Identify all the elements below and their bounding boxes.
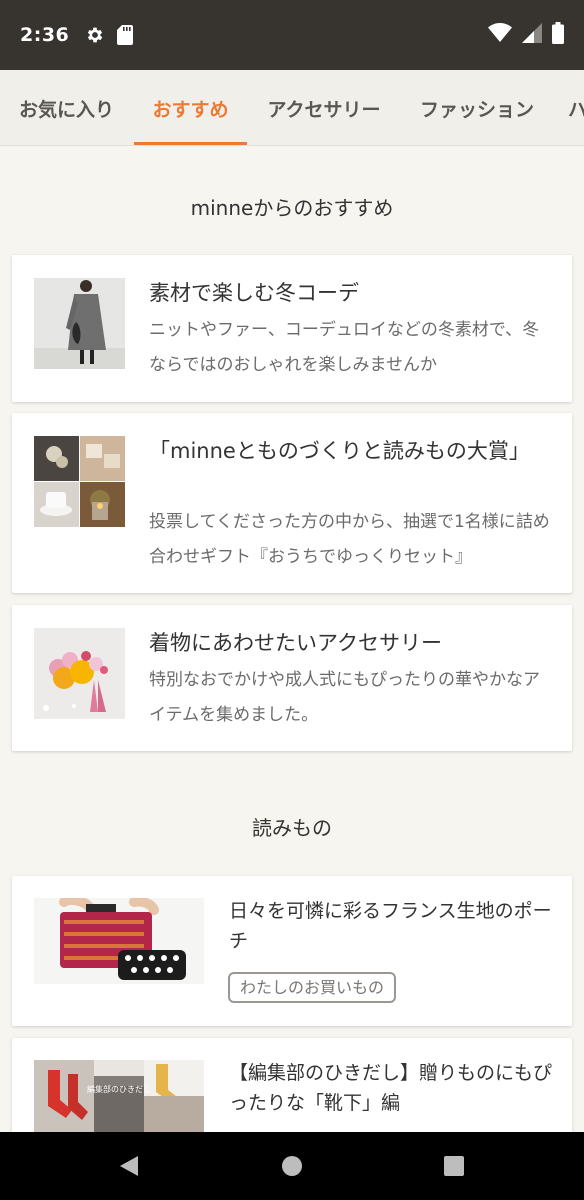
tab-accessories[interactable]: アクセサリー — [258, 70, 390, 145]
back-icon[interactable] — [118, 1154, 140, 1182]
category-tab-bar: お気に入り おすすめ アクセサリー ファッション ハ — [0, 70, 584, 146]
recommend-section-heading: minneからのおすすめ — [190, 196, 394, 220]
battery-icon — [552, 22, 564, 48]
recommend-card-description: ニットやファー、コーデュロイなどの冬素材で、冬ならではのおしゃれを楽しみませんか — [149, 320, 540, 375]
tab-fashion[interactable]: ファッション — [407, 70, 547, 145]
recommend-card-description: 特別なおでかけや成人式にもぴったりの華やかなアイテムを集めました。 — [149, 670, 540, 725]
recommend-card-title: 着物にあわせたいアクセサリー — [149, 631, 442, 655]
reading-card-france-pouch[interactable]: 日々を可憐に彩るフランス生地のポーチ わたしのお買いもの — [12, 876, 572, 1026]
wifi-icon — [488, 23, 512, 47]
gear-icon — [85, 25, 105, 45]
signal-icon — [522, 23, 542, 47]
recommend-thumbnail — [34, 436, 125, 527]
reading-section-heading: 読みもの — [252, 816, 332, 840]
recommend-card-winter-coordinate[interactable]: 素材で楽しむ冬コーデ ニットやファー、コーデュロイなどの冬素材で、冬ならではのお… — [12, 255, 572, 402]
status-time: 2:36 — [20, 24, 70, 46]
recents-icon[interactable] — [443, 1154, 465, 1182]
sd-card-icon — [117, 25, 134, 45]
home-icon[interactable] — [281, 1154, 303, 1182]
reading-thumbnail: 編集部のひきだし — [34, 1060, 204, 1132]
recommend-card-reading-award[interactable]: 「minneとものづくりと読みもの大賞」 投票してくださった方の中から、抽選で1… — [12, 413, 572, 593]
active-tab-indicator — [134, 142, 247, 145]
recommend-card-title: 素材で楽しむ冬コーデ — [149, 281, 359, 305]
tab-next-partial[interactable]: ハ — [568, 70, 584, 145]
recommend-card-description: 投票してくださった方の中から、抽選で1名様に詰め合わせギフト『おうちでゆっくりセ… — [149, 512, 550, 567]
recommend-card-title: 「minneとものづくりと読みもの大賞」 — [149, 439, 530, 463]
recommend-thumbnail — [34, 628, 125, 719]
reading-card-title: 日々を可憐に彩るフランス生地のポーチ — [229, 900, 552, 952]
reading-thumb-overlay-text: 編集部のひきだし — [87, 1084, 151, 1094]
recommend-card-kimono-accessories[interactable]: 着物にあわせたいアクセサリー 特別なおでかけや成人式にもぴったりの華やかなアイテ… — [12, 605, 572, 751]
system-navigation-bar — [0, 1132, 584, 1200]
reading-category-tag[interactable]: わたしのお買いもの — [228, 972, 397, 1003]
reading-thumbnail — [34, 898, 204, 984]
recommend-thumbnail — [34, 278, 125, 369]
tab-favorites[interactable]: お気に入り — [10, 70, 123, 145]
tab-recommended[interactable]: おすすめ — [134, 70, 247, 145]
reading-card-title: 【編集部のひきだし】贈りものにもぴったりな「靴下」編 — [229, 1062, 553, 1114]
status-bar: 2:36 — [0, 0, 584, 70]
